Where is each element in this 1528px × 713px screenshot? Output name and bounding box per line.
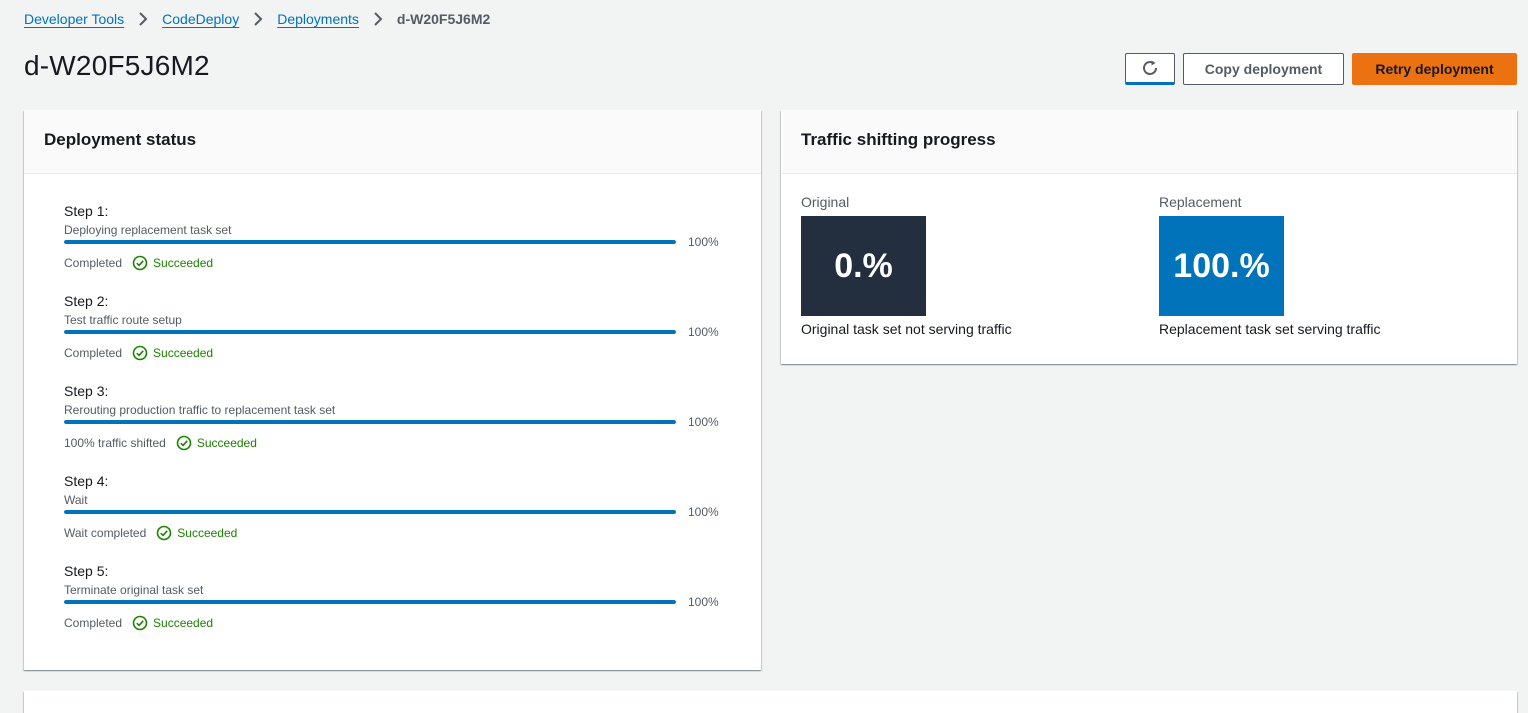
check-circle-icon [176,435,192,451]
copy-deployment-button[interactable]: Copy deployment [1183,53,1344,85]
page-title: d-W20F5J6M2 [24,50,210,81]
step-status: Completed Succeeded [64,345,213,361]
step-progress: 100% [64,235,724,253]
traffic-replacement-caption: Replacement task set serving traffic [1159,321,1381,337]
refresh-icon [1141,59,1159,77]
step-title: Step 4: [64,473,109,489]
chevron-right-icon [373,12,383,26]
refresh-button[interactable] [1125,53,1175,85]
check-circle-icon [132,615,148,631]
progress-fill [64,240,676,244]
breadcrumb-deployments[interactable]: Deployments [277,11,359,27]
traffic-replacement-label: Replacement [1159,194,1242,210]
breadcrumb-codedeploy[interactable]: CodeDeploy [162,11,239,27]
step-status-text: 100% traffic shifted [64,436,166,450]
traffic-original: Original 0.% Original task set not servi… [801,194,1012,337]
step-result: Succeeded [153,256,214,270]
progress-percent: 100% [688,595,719,609]
step-result: Succeeded [196,436,257,450]
step-status: 100% traffic shifted Succeeded [64,435,257,451]
step-status: Wait completed Succeeded [64,525,237,541]
chevron-right-icon [138,12,148,26]
progress-bar [64,510,676,514]
progress-fill [64,510,676,514]
deployment-step: Step 5: Terminate original task set 100% Co… [64,563,724,631]
deployment-status-header: Deployment status [24,110,761,174]
step-progress: 100% [64,505,724,523]
traffic-original-value: 0.% [801,216,926,316]
traffic-replacement: Replacement 100.% Replacement task set s… [1159,194,1381,337]
step-progress: 100% [64,415,724,433]
breadcrumb-current: d-W20F5J6M2 [396,11,491,27]
progress-bar [64,330,676,334]
step-progress: 100% [64,595,724,613]
step-description: Terminate original task set [64,583,204,597]
breadcrumb-developer-tools[interactable]: Developer Tools [24,11,124,27]
deployment-step: Step 1: Deploying replacement task set 100… [64,203,724,271]
step-result: Succeeded [153,346,214,360]
deployment-details-panel [24,691,1517,713]
retry-deployment-button[interactable]: Retry deployment [1352,53,1517,85]
header-actions: Copy deployment Retry deployment [1125,53,1517,85]
step-status-text: Completed [64,256,123,270]
progress-percent: 100% [688,235,719,249]
deployment-step: Step 2: Test traffic route setup 100% Compl… [64,293,724,361]
step-title: Step 1: [64,203,109,219]
step-status-text: Completed [64,616,123,630]
step-status-text: Wait completed [64,526,147,540]
step-title: Step 3: [64,383,109,399]
progress-bar [64,240,676,244]
progress-percent: 100% [688,325,719,339]
step-title: Step 2: [64,293,109,309]
progress-percent: 100% [688,505,719,519]
step-description: Wait [64,493,88,507]
step-status: Completed Succeeded [64,255,213,271]
traffic-original-caption: Original task set not serving traffic [801,321,1012,337]
step-description: Test traffic route setup [64,313,182,327]
check-circle-icon [156,525,172,541]
check-circle-icon [132,345,148,361]
progress-bar [64,600,676,604]
progress-fill [64,600,676,604]
traffic-original-label: Original [801,194,850,210]
deployment-step: Step 4: Wait 100% Wait completed Succeeded [64,473,724,541]
breadcrumb: Developer Tools CodeDeploy Deployments d… [24,11,490,27]
step-status-text: Completed [64,346,123,360]
step-result: Succeeded [177,526,238,540]
progress-bar [64,420,676,424]
traffic-shifting-panel: Traffic shifting progress Original 0.% O… [781,110,1517,364]
traffic-replacement-value: 100.% [1159,216,1284,316]
traffic-shifting-header: Traffic shifting progress [781,110,1517,174]
step-title: Step 5: [64,563,109,579]
progress-percent: 100% [688,415,719,429]
deployment-status-panel: Deployment status Step 1: Deploying repla… [24,110,761,670]
deployment-step: Step 3: Rerouting production traffic to r… [64,383,724,451]
step-result: Succeeded [153,616,214,630]
check-circle-icon [132,255,148,271]
progress-fill [64,330,676,334]
step-status: Completed Succeeded [64,615,213,631]
step-description: Rerouting production traffic to replacem… [64,403,336,417]
step-progress: 100% [64,325,724,343]
step-description: Deploying replacement task set [64,223,232,237]
progress-fill [64,420,676,424]
chevron-right-icon [253,12,263,26]
